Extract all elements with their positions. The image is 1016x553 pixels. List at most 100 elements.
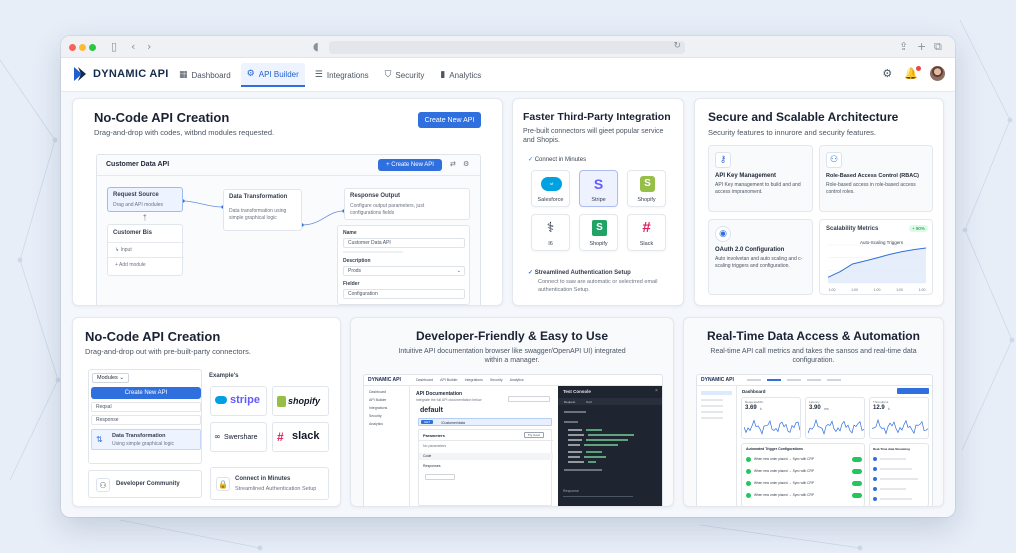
connect-in-minutes-card[interactable]: 🔒 Connect in Minutes Streamlined Authent… [210, 467, 329, 500]
node-response-output[interactable]: Response Output Configure output paramet… [344, 188, 470, 220]
rule-row[interactable]: When new order placed → Sync with CRP [746, 492, 862, 501]
modules-dropdown[interactable]: Modules ⌄ [92, 373, 129, 383]
node-customer-bis[interactable]: Customer Bis ↳ Input + Add module [107, 224, 184, 276]
mini-sidebar-item[interactable] [701, 399, 723, 401]
mini-tabs: Dashboard API Builder Integrations Secur… [416, 378, 524, 382]
rule-toggle[interactable] [852, 493, 862, 498]
console-tab[interactable]: Request [564, 400, 575, 404]
sidebar-toggle-icon[interactable]: ▯ [111, 40, 117, 53]
connector-salesforce[interactable]: sf Salesforce [531, 170, 570, 207]
card-title: Secure and Scalable Architecture [708, 110, 899, 124]
tab-dashboard[interactable]: ▦ Dashboard [173, 63, 237, 87]
feature-api-key[interactable]: ⚷ API Key Management API Key management … [708, 145, 813, 212]
response-row[interactable]: Response [91, 415, 201, 425]
brand-slack[interactable]: # slack [272, 422, 329, 452]
mini-select[interactable] [508, 396, 550, 402]
response-type-select[interactable] [425, 474, 455, 480]
mini-sidebar-item[interactable] [701, 405, 723, 407]
endpoint-row[interactable]: GET /Customer/data [418, 418, 552, 426]
forward-icon[interactable]: › [147, 40, 151, 53]
create-new-api-button[interactable]: Create New API [91, 387, 201, 399]
tab-security[interactable]: ⛉ Security [379, 63, 431, 87]
mini-tab[interactable]: API Builder [440, 378, 458, 382]
console-tab[interactable]: Curl [586, 400, 592, 404]
node-request-source[interactable]: Request Source Drag and API modules [107, 187, 183, 212]
tabs-overview-icon[interactable]: ⧉ [934, 40, 942, 54]
mini-sidebar [697, 386, 737, 506]
mini-tab[interactable] [767, 379, 781, 381]
connector-shopify[interactable]: S Shopify [627, 170, 666, 207]
notification-bell-icon[interactable]: 🔔 [904, 66, 921, 80]
add-node-icon[interactable]: + [143, 214, 147, 220]
tab-api-builder[interactable]: ⚙ API Builder [240, 63, 305, 87]
list-item[interactable]: ↳ Input [115, 247, 132, 253]
mini-tab[interactable]: Dashboard [416, 378, 433, 382]
rule-active-icon [746, 469, 751, 474]
back-icon[interactable]: ‹ [131, 40, 135, 53]
mini-sidebar-item[interactable] [701, 391, 732, 395]
node-title: Data Transformation [229, 194, 288, 200]
address-bar[interactable]: ↻ [329, 41, 685, 54]
brand-swershare[interactable]: ∞ Swershare [210, 422, 267, 452]
connector-i6[interactable]: ⚕ I6 [531, 214, 570, 251]
tab-integrations[interactable]: ☰ Integrations [309, 63, 375, 87]
mini-tab[interactable] [807, 379, 821, 381]
minimize-window-button[interactable] [79, 44, 86, 51]
connector-stripe[interactable]: S Stripe [579, 170, 618, 207]
main-nav-tabs: ▦ Dashboard ⚙ API Builder ☰ Integrations ⛉ S… [173, 63, 487, 87]
mini-sidebar-item[interactable]: Analytics [369, 422, 409, 426]
mini-tab[interactable] [747, 379, 761, 381]
mini-sidebar-item[interactable]: Security [369, 414, 409, 418]
connector-shopify-alt[interactable]: S Shopify [579, 214, 618, 251]
mini-tab[interactable] [827, 379, 841, 381]
console-close-icon[interactable]: × [655, 388, 658, 394]
try-it-out-button[interactable]: Try it out [524, 432, 544, 438]
node-data-transformation[interactable]: Data Transformation Data transformation … [223, 189, 302, 231]
settings-gear-icon[interactable]: ⚙ [882, 67, 892, 80]
create-new-api-button[interactable]: Create New API [418, 112, 481, 128]
mini-tab[interactable] [787, 379, 801, 381]
x-tick-label: 1:00 [919, 288, 926, 292]
mini-tab[interactable]: Analytics [510, 378, 524, 382]
mini-sidebar-item[interactable] [701, 417, 723, 419]
rule-row[interactable]: When new order placed → Sync with CRP [746, 480, 862, 489]
requests-sparkline [744, 419, 800, 435]
mini-tab[interactable]: Integrations [465, 378, 483, 382]
connector-slack[interactable]: # Slack [627, 214, 666, 251]
stream-line [880, 468, 912, 470]
rule-toggle[interactable] [852, 469, 862, 474]
fields-input[interactable]: Configuration [343, 289, 465, 299]
new-tab-icon[interactable]: + [917, 40, 926, 53]
tab-analytics[interactable]: ▮ Analytics [434, 63, 487, 87]
mini-sidebar-item[interactable]: Dashboard [369, 390, 409, 394]
share-icon[interactable]: ⇪ [899, 40, 908, 53]
add-module-link[interactable]: + Add module [115, 262, 146, 268]
rule-toggle[interactable] [852, 457, 862, 462]
mini-sidebar-item[interactable]: Integrations [369, 406, 409, 410]
description-select[interactable]: Prods ⌄ [343, 266, 465, 276]
mini-tab[interactable]: Security [490, 378, 503, 382]
rule-row[interactable]: When new order placed → Sync with CRP [746, 456, 862, 465]
request-row[interactable]: Reqsal [91, 402, 201, 412]
reload-icon[interactable]: ↻ [673, 41, 681, 51]
brand-shopify[interactable]: shopify [272, 386, 329, 416]
rule-toggle[interactable] [852, 481, 862, 486]
data-transformation-item[interactable]: ⇅ Data Transformation Using simple graph… [91, 429, 201, 450]
feature-rbac[interactable]: ⚇ Role-Based Access Control (RBAC) Role-… [819, 145, 933, 212]
logo[interactable]: DYNAMIC API [73, 66, 169, 82]
community-icon: ⚇ [96, 478, 110, 492]
stream-row [873, 476, 927, 482]
mini-action-button[interactable] [897, 388, 929, 394]
mini-sidebar-item[interactable]: API Builder [369, 398, 409, 402]
close-window-button[interactable] [69, 44, 76, 51]
mini-sidebar-item[interactable] [701, 411, 723, 413]
shield-privacy-icon[interactable]: ◖ [313, 40, 319, 53]
developer-community-card[interactable]: ⚇ Developer Community [88, 470, 202, 498]
user-avatar[interactable] [930, 66, 945, 81]
rule-row[interactable]: When new order placed → Sync with CRP [746, 468, 862, 477]
maximize-window-button[interactable] [89, 44, 96, 51]
feature-oauth[interactable]: ◉ OAuth 2.0 Configuration Auto involveta… [708, 219, 813, 295]
connect-desc: Streamlined Authentication Setup [235, 486, 317, 492]
name-input[interactable]: Customer Data API [343, 238, 465, 248]
brand-stripe[interactable]: stripe [210, 386, 267, 416]
